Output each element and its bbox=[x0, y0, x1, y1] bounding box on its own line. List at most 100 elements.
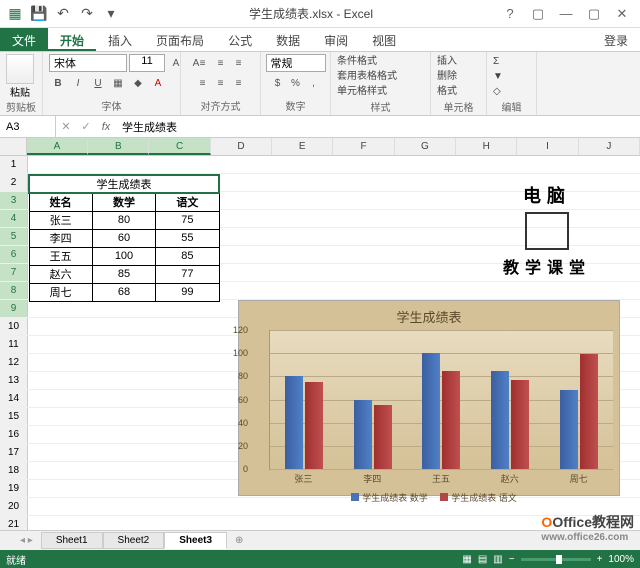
table-header[interactable]: 数学 bbox=[92, 193, 155, 211]
align-right-icon[interactable]: ≡ bbox=[230, 74, 248, 92]
cell[interactable]: 85 bbox=[156, 247, 219, 265]
align-center-icon[interactable]: ≡ bbox=[212, 74, 230, 92]
cell[interactable]: 李四 bbox=[29, 229, 92, 247]
cell[interactable]: 王五 bbox=[29, 247, 92, 265]
row-header[interactable]: 14 bbox=[0, 390, 28, 407]
row-header[interactable]: 18 bbox=[0, 462, 28, 479]
cell[interactable]: 张三 bbox=[29, 211, 92, 229]
row-header[interactable]: 7 bbox=[0, 264, 28, 281]
col-header[interactable]: B bbox=[88, 138, 149, 155]
row-header[interactable]: 13 bbox=[0, 372, 28, 389]
zoom-level[interactable]: 100% bbox=[608, 554, 634, 565]
tab-data[interactable]: 数据 bbox=[264, 28, 312, 51]
col-header[interactable]: J bbox=[579, 138, 640, 155]
paste-button[interactable]: 粘贴 bbox=[6, 54, 34, 99]
col-header[interactable]: D bbox=[211, 138, 272, 155]
sheet-tab-3[interactable]: Sheet3 bbox=[164, 532, 227, 549]
table-header[interactable]: 姓名 bbox=[29, 193, 92, 211]
row-header[interactable]: 4 bbox=[0, 210, 28, 227]
sheet-tab-1[interactable]: Sheet1 bbox=[41, 532, 103, 549]
cell[interactable]: 68 bbox=[92, 283, 155, 301]
view-normal-icon[interactable]: ▦ bbox=[462, 554, 471, 565]
row-header[interactable]: 17 bbox=[0, 444, 28, 461]
table-header[interactable]: 语文 bbox=[156, 193, 219, 211]
zoom-in-icon[interactable]: + bbox=[597, 554, 603, 565]
cell[interactable]: 85 bbox=[92, 265, 155, 283]
maximize-icon[interactable]: ▢ bbox=[584, 6, 604, 22]
zoom-slider[interactable] bbox=[521, 558, 591, 561]
cell[interactable]: 80 bbox=[92, 211, 155, 229]
save-icon[interactable]: 💾 bbox=[28, 4, 50, 24]
clear-icon[interactable]: ◇ bbox=[493, 84, 503, 99]
cell[interactable]: 60 bbox=[92, 229, 155, 247]
font-name-select[interactable]: 宋体 bbox=[49, 54, 127, 72]
delete-cells-button[interactable]: 删除 bbox=[437, 69, 457, 84]
tab-home[interactable]: 开始 bbox=[48, 28, 96, 51]
cell[interactable]: 75 bbox=[156, 211, 219, 229]
name-box[interactable]: A3 bbox=[0, 116, 56, 137]
row-header[interactable]: 16 bbox=[0, 426, 28, 443]
undo-icon[interactable]: ↶ bbox=[52, 4, 74, 24]
minimize-icon[interactable]: — bbox=[556, 6, 576, 22]
cell[interactable]: 77 bbox=[156, 265, 219, 283]
fill-color-icon[interactable]: ◆ bbox=[129, 74, 147, 92]
tab-review[interactable]: 审阅 bbox=[312, 28, 360, 51]
tab-view[interactable]: 视图 bbox=[360, 28, 408, 51]
qat-dropdown-icon[interactable]: ▾ bbox=[100, 4, 122, 24]
tab-insert[interactable]: 插入 bbox=[96, 28, 144, 51]
font-size-select[interactable]: 11 bbox=[129, 54, 165, 72]
zoom-out-icon[interactable]: − bbox=[509, 554, 515, 565]
border-icon[interactable]: ▦ bbox=[109, 74, 127, 92]
row-header[interactable]: 8 bbox=[0, 282, 28, 299]
cell[interactable]: 100 bbox=[92, 247, 155, 265]
col-header[interactable]: G bbox=[395, 138, 456, 155]
cell[interactable]: 周七 bbox=[29, 283, 92, 301]
accept-formula-icon[interactable]: ✓ bbox=[76, 120, 96, 133]
cond-format-button[interactable]: 条件格式 bbox=[337, 54, 397, 69]
row-header[interactable]: 11 bbox=[0, 336, 28, 353]
row-header[interactable]: 3 bbox=[0, 192, 28, 209]
cell[interactable]: 99 bbox=[156, 283, 219, 301]
align-left-icon[interactable]: ≡ bbox=[194, 74, 212, 92]
table-title-cell[interactable]: 学生成绩表 bbox=[29, 175, 219, 193]
cell-style-button[interactable]: 单元格样式 bbox=[337, 84, 397, 99]
row-header[interactable]: 19 bbox=[0, 480, 28, 497]
view-break-icon[interactable]: ▥ bbox=[493, 554, 502, 565]
col-header[interactable]: C bbox=[149, 138, 210, 155]
italic-icon[interactable]: I bbox=[69, 74, 87, 92]
row-header[interactable]: 21 bbox=[0, 516, 28, 530]
help-icon[interactable]: ? bbox=[500, 6, 520, 22]
row-header[interactable]: 1 bbox=[0, 156, 28, 173]
new-sheet-icon[interactable]: ⊕ bbox=[227, 535, 251, 546]
formula-input[interactable]: 学生成绩表 bbox=[116, 119, 640, 135]
row-header[interactable]: 2 bbox=[0, 174, 28, 191]
align-bot-icon[interactable]: ≡ bbox=[230, 54, 248, 72]
worksheet-grid[interactable]: A B C D E F G H I J 12345678910111213141… bbox=[0, 138, 640, 530]
bold-icon[interactable]: B bbox=[49, 74, 67, 92]
col-header[interactable]: A bbox=[27, 138, 88, 155]
cancel-formula-icon[interactable]: ✕ bbox=[56, 120, 76, 133]
fill-icon[interactable]: ▼ bbox=[493, 69, 503, 84]
tab-layout[interactable]: 页面布局 bbox=[144, 28, 216, 51]
sum-icon[interactable]: Σ bbox=[493, 54, 503, 69]
ribbon-options-icon[interactable]: ▢ bbox=[528, 6, 548, 22]
select-all-corner[interactable] bbox=[0, 138, 27, 155]
tab-formulas[interactable]: 公式 bbox=[216, 28, 264, 51]
col-header[interactable]: E bbox=[272, 138, 333, 155]
insert-cells-button[interactable]: 插入 bbox=[437, 54, 457, 69]
comma-icon[interactable]: , bbox=[305, 74, 323, 92]
col-header[interactable]: I bbox=[517, 138, 578, 155]
align-mid-icon[interactable]: ≡ bbox=[212, 54, 230, 72]
currency-icon[interactable]: $ bbox=[269, 74, 287, 92]
col-header[interactable]: H bbox=[456, 138, 517, 155]
sheet-tab-2[interactable]: Sheet2 bbox=[103, 532, 165, 549]
row-header[interactable]: 10 bbox=[0, 318, 28, 335]
font-color-icon[interactable]: A bbox=[149, 74, 167, 92]
percent-icon[interactable]: % bbox=[287, 74, 305, 92]
align-top-icon[interactable]: ≡ bbox=[194, 54, 212, 72]
view-layout-icon[interactable]: ▤ bbox=[478, 554, 487, 565]
close-icon[interactable]: ✕ bbox=[612, 6, 632, 22]
row-header[interactable]: 12 bbox=[0, 354, 28, 371]
row-header[interactable]: 5 bbox=[0, 228, 28, 245]
tab-file[interactable]: 文件 bbox=[0, 28, 48, 51]
